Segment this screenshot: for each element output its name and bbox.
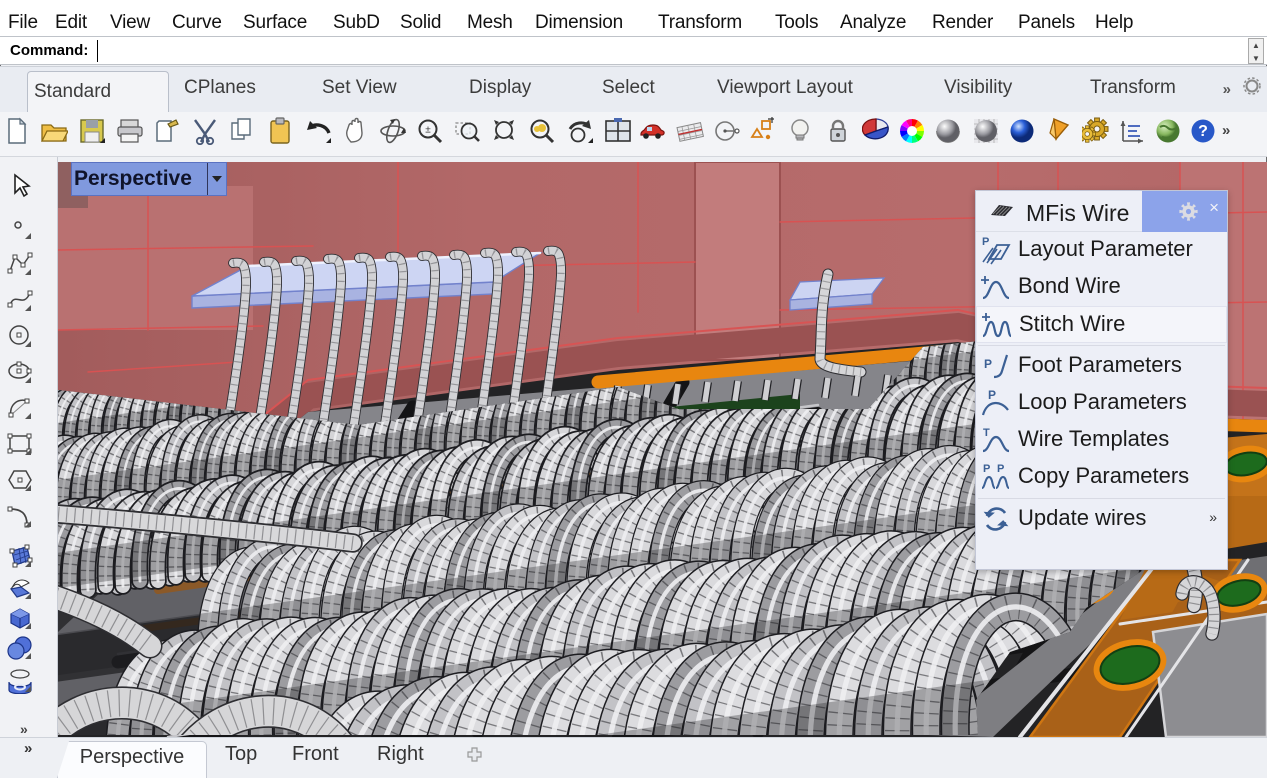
svg-text:P: P [983, 463, 990, 475]
svg-text:P: P [997, 463, 1004, 475]
svg-text:±: ± [425, 125, 431, 136]
svg-text:P: P [984, 357, 992, 371]
svg-text:?: ? [1198, 123, 1208, 140]
svg-text:P: P [988, 388, 996, 402]
svg-text:P: P [982, 236, 989, 248]
svg-text:T: T [983, 427, 990, 439]
